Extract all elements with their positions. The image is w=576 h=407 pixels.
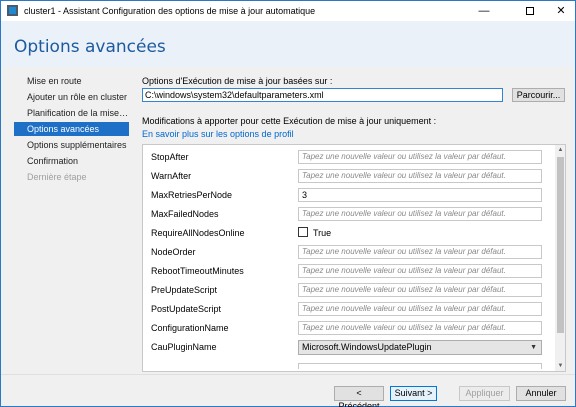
maximize-button[interactable] <box>515 1 545 21</box>
cauplugin-select[interactable]: Microsoft.WindowsUpdatePlugin ▼ <box>298 340 542 355</box>
wizard-nav: Mise en route Ajouter un rôle en cluster… <box>1 67 132 374</box>
vertical-scrollbar[interactable]: ▲ ▼ <box>555 145 565 371</box>
nav-item-additional-options[interactable]: Options supplémentaires <box>14 138 129 152</box>
minimize-button[interactable]: — <box>469 1 499 21</box>
row-label: RebootTimeoutMinutes <box>151 266 244 276</box>
row-label: WarnAfter <box>151 171 192 181</box>
nav-item-add-role[interactable]: Ajouter un rôle en cluster <box>14 90 129 104</box>
nav-item-getting-started[interactable]: Mise en route <box>14 74 129 88</box>
footer: < Précédent Suivant > Appliquer Annuler <box>1 374 575 407</box>
profile-options-link[interactable]: En savoir plus sur les options de profil <box>142 129 294 139</box>
requireallnodesonline-checkbox[interactable] <box>298 227 308 237</box>
grid-row: CauPluginName Microsoft.WindowsUpdatePlu… <box>143 339 553 358</box>
row-label: MaxFailedNodes <box>151 209 219 219</box>
previous-button[interactable]: < Précédent <box>334 386 384 407</box>
row-label: PreUpdateScript <box>151 285 218 295</box>
apply-button: Appliquer <box>459 386 510 401</box>
cauplugin-select-value: Microsoft.WindowsUpdatePlugin <box>302 342 432 352</box>
wizard-window: cluster1 - Assistant Configuration des o… <box>0 0 576 407</box>
grid-row: ConfigurationName Tapez une nouvelle val… <box>143 320 553 339</box>
configurationname-field[interactable]: Tapez une nouvelle valeur ou utilisez la… <box>298 321 542 335</box>
window-title: cluster1 - Assistant Configuration des o… <box>24 6 316 16</box>
maxfailednodes-field[interactable]: Tapez une nouvelle valeur ou utilisez la… <box>298 207 542 221</box>
nav-item-confirmation[interactable]: Confirmation <box>14 154 129 168</box>
maxretriespernode-field[interactable]: 3 <box>298 188 542 202</box>
modifications-label: Modifications à apporter pour cette Exéc… <box>142 116 437 126</box>
main-content: Options d'Exécution de mise à jour basée… <box>132 67 575 374</box>
grid-row: MaxFailedNodes Tapez une nouvelle valeur… <box>143 206 553 225</box>
grid-row <box>143 362 553 371</box>
close-button[interactable]: ✕ <box>546 1 576 21</box>
next-button[interactable]: Suivant > <box>390 386 437 401</box>
app-icon <box>7 5 18 16</box>
chevron-down-icon: ▼ <box>530 344 537 351</box>
browse-button[interactable]: Parcourir... <box>512 88 565 102</box>
row-label: PostUpdateScript <box>151 304 222 314</box>
grid-row: RequireAllNodesOnline True <box>143 225 553 244</box>
grid-row: WarnAfter Tapez une nouvelle valeur ou u… <box>143 168 553 187</box>
page-title: Options avancées <box>14 37 166 57</box>
grid-row: PreUpdateScript Tapez une nouvelle valeu… <box>143 282 553 301</box>
scroll-up-icon[interactable]: ▲ <box>555 145 565 155</box>
nav-item-schedule[interactable]: Planification de la mise à j... <box>14 106 129 120</box>
grid-row: StopAfter Tapez une nouvelle valeur ou u… <box>143 149 553 168</box>
grid-row: MaxRetriesPerNode 3 <box>143 187 553 206</box>
cancel-button[interactable]: Annuler <box>516 386 566 401</box>
grid-row: RebootTimeoutMinutes Tapez une nouvelle … <box>143 263 553 282</box>
stopafter-field[interactable]: Tapez une nouvelle valeur ou utilisez la… <box>298 150 542 164</box>
row-label: NodeOrder <box>151 247 196 257</box>
scroll-down-icon[interactable]: ▼ <box>555 361 565 371</box>
row-label: ConfigurationName <box>151 323 229 333</box>
title-bar: cluster1 - Assistant Configuration des o… <box>1 1 575 21</box>
header: Options avancées <box>1 21 575 67</box>
grid-row: PostUpdateScript Tapez une nouvelle vale… <box>143 301 553 320</box>
grid-row: NodeOrder Tapez une nouvelle valeur ou u… <box>143 244 553 263</box>
nav-item-last-step: Dernière étape <box>27 172 87 182</box>
options-label: Options d'Exécution de mise à jour basée… <box>142 76 333 86</box>
nav-item-advanced-options[interactable]: Options avancées <box>14 122 129 136</box>
next-row-field-partial <box>298 363 542 369</box>
scrollbar-thumb[interactable] <box>557 157 564 333</box>
maximize-icon <box>526 7 534 16</box>
options-path-input[interactable]: C:\windows\system32\defaultparameters.xm… <box>142 88 503 102</box>
options-grid: StopAfter Tapez une nouvelle valeur ou u… <box>142 144 566 372</box>
reboottimeoutminutes-field[interactable]: Tapez une nouvelle valeur ou utilisez la… <box>298 264 542 278</box>
preupdatescript-field[interactable]: Tapez une nouvelle valeur ou utilisez la… <box>298 283 542 297</box>
nodeorder-field[interactable]: Tapez une nouvelle valeur ou utilisez la… <box>298 245 542 259</box>
row-label: MaxRetriesPerNode <box>151 190 233 200</box>
postupdatescript-field[interactable]: Tapez une nouvelle valeur ou utilisez la… <box>298 302 542 316</box>
row-label: CauPluginName <box>151 342 217 352</box>
row-label: StopAfter <box>151 152 189 162</box>
checkbox-label: True <box>313 228 332 238</box>
row-label: RequireAllNodesOnline <box>151 228 245 238</box>
warnafter-field[interactable]: Tapez une nouvelle valeur ou utilisez la… <box>298 169 542 183</box>
